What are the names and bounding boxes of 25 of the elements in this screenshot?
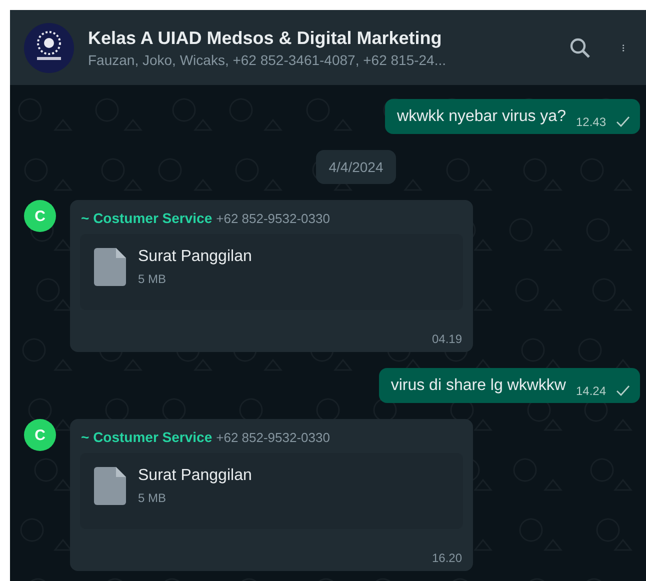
message-text: virus di share lg wkwkkw <box>390 377 566 395</box>
file-attachment[interactable]: Surat Panggilan 5 MB <box>80 453 463 529</box>
members-list: Fauzan, Joko, Wicaks, +62 852-3461-4087, +62 815-24... <box>88 52 554 68</box>
avatar: C <box>24 200 56 232</box>
chat-title: Kelas A UIAD Medsos & Digital Marketing <box>88 28 443 48</box>
message-time: 12.43 <box>576 115 606 129</box>
message-text: wkwkk nyebar virus ya? <box>397 108 566 126</box>
file-attachment[interactable]: Surat Panggilan 5 MB <box>80 234 463 310</box>
avatar: C <box>24 419 56 451</box>
sender-phone: +62 852-9532-0330 <box>216 211 330 226</box>
file-name: Surat Panggilan <box>138 467 252 485</box>
file-size: 5 MB <box>138 491 168 505</box>
message-time: 16.20 <box>430 551 463 565</box>
document-icon <box>94 248 126 286</box>
date-chip: 4/4/2024 <box>316 150 396 184</box>
sender-name: ~ Costumer Service <box>81 429 212 445</box>
file-name: Surat Panggilan <box>138 248 252 266</box>
message-time: 04.19 <box>430 332 463 346</box>
search-icon[interactable] <box>568 36 592 60</box>
sender-phone: +62 852-9532-0330 <box>216 430 330 445</box>
group-logo[interactable] <box>24 22 74 72</box>
message-time: 14.24 <box>576 384 606 398</box>
sender-name: ~ Costumer Service <box>81 210 212 226</box>
file-size: 5 MB <box>138 272 168 286</box>
document-icon <box>94 467 126 505</box>
